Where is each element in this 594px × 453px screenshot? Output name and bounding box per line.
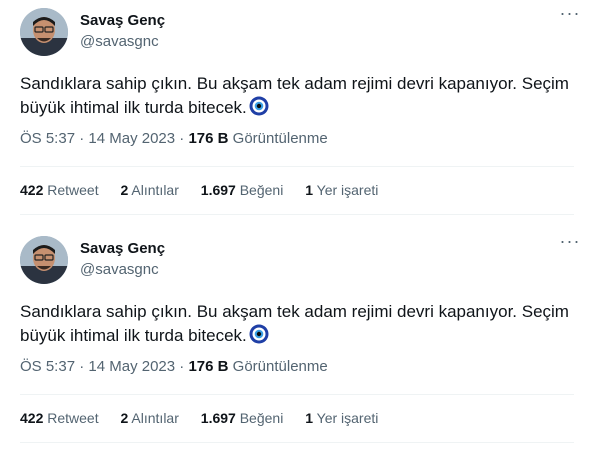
divider [20, 166, 574, 167]
views-label: Görüntülenme [232, 130, 328, 147]
avatar[interactable] [20, 236, 68, 284]
quotes-count: 2 [120, 410, 129, 426]
separator-dot: · [79, 358, 85, 375]
tweet-meta: ÖS 5:37 · 14 May 2023 · 176 B Görüntülen… [20, 358, 328, 375]
retweets-count: 422 [20, 182, 44, 198]
tweet-meta: ÖS 5:37 · 14 May 2023 · 176 B Görüntülen… [20, 130, 328, 147]
divider [20, 442, 574, 443]
bookmarks-count: 1 [305, 182, 313, 198]
tweet-text-container: Sandıklara sahip çıkın. Bu akşam tek ada… [20, 300, 580, 351]
likes-stat[interactable]: 1.697 Beğeni [201, 182, 284, 198]
quotes-label: Alıntılar [131, 182, 179, 198]
quotes-count: 2 [120, 182, 129, 198]
likes-stat[interactable]: 1.697 Beğeni [201, 410, 284, 426]
views-label: Görüntülenme [232, 358, 328, 375]
tweet-text: Sandıklara sahip çıkın. Bu akşam tek ada… [20, 74, 569, 117]
bookmarks-stat[interactable]: 1 Yer işareti [305, 410, 378, 426]
more-icon[interactable]: ··· [558, 4, 582, 26]
bookmarks-stat[interactable]: 1 Yer işareti [305, 182, 378, 198]
likes-count: 1.697 [200, 410, 236, 426]
likes-label: Beğeni [239, 410, 284, 426]
quotes-stat[interactable]: 2 Alıntılar [121, 410, 179, 426]
divider [20, 394, 574, 395]
tweet-date[interactable]: 14 May 2023 [88, 358, 175, 375]
bookmarks-count: 1 [305, 410, 313, 426]
separator-dot: · [179, 358, 185, 375]
views-count: 176 B [188, 130, 229, 147]
likes-label: Beğeni [239, 182, 284, 198]
tweet-stats: 422 Retweet 2 Alıntılar 1.697 Beğeni 1 Y… [20, 410, 396, 426]
tweet-time[interactable]: ÖS 5:37 [20, 358, 75, 375]
retweets-stat[interactable]: 422 Retweet [20, 182, 99, 198]
tweet-text: Sandıklara sahip çıkın. Bu akşam tek ada… [20, 302, 569, 345]
tweet-stats: 422 Retweet 2 Alıntılar 1.697 Beğeni 1 Y… [20, 182, 396, 198]
nazar-amulet-icon [249, 96, 269, 123]
quotes-stat[interactable]: 2 Alıntılar [121, 182, 179, 198]
more-icon[interactable]: ··· [558, 232, 582, 254]
tweet-text-container: Sandıklara sahip çıkın. Bu akşam tek ada… [20, 72, 580, 123]
bookmarks-label: Yer işareti [316, 410, 379, 426]
bookmarks-label: Yer işareti [316, 182, 379, 198]
nazar-amulet-icon [249, 324, 269, 351]
retweets-stat[interactable]: 422 Retweet [20, 410, 99, 426]
author-handle[interactable]: @savasgnc [80, 33, 159, 50]
tweet-card: Savaş Genç @savasgnc ··· Sandıklara sahi… [0, 228, 594, 453]
tweet-date[interactable]: 14 May 2023 [88, 130, 175, 147]
views-count: 176 B [188, 358, 229, 375]
likes-count: 1.697 [200, 182, 236, 198]
tweet-card: Savaş Genç @savasgnc ··· Sandıklara sahi… [0, 0, 594, 225]
separator-dot: · [179, 130, 185, 147]
author-name[interactable]: Savaş Genç [80, 240, 165, 257]
tweet-time[interactable]: ÖS 5:37 [20, 130, 75, 147]
author-handle[interactable]: @savasgnc [80, 261, 159, 278]
separator-dot: · [79, 130, 85, 147]
avatar[interactable] [20, 8, 68, 56]
retweets-label: Retweet [47, 182, 99, 198]
retweets-count: 422 [20, 410, 44, 426]
quotes-label: Alıntılar [131, 410, 179, 426]
retweets-label: Retweet [47, 410, 99, 426]
divider [20, 214, 574, 215]
author-name[interactable]: Savaş Genç [80, 12, 165, 29]
